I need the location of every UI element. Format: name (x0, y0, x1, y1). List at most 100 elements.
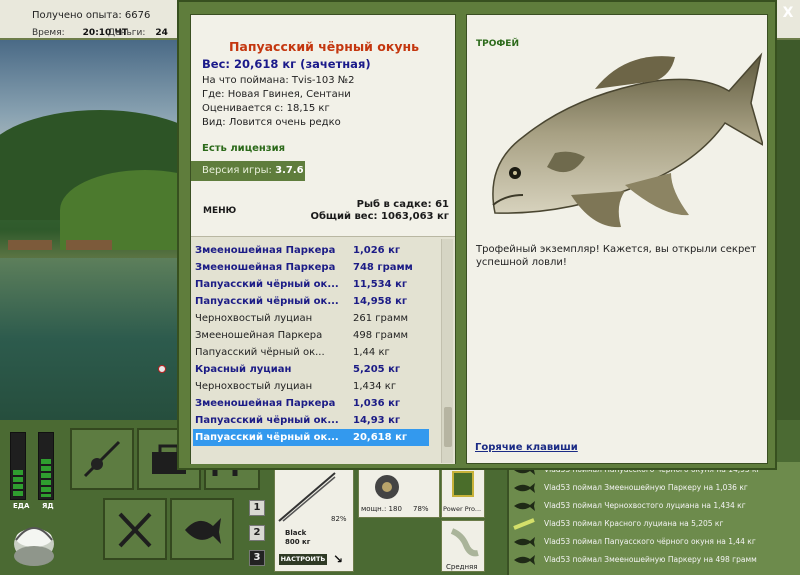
money-value: 24 (155, 28, 168, 38)
reel-icon (375, 475, 399, 499)
trophy-threshold: Оценивается с: 18,15 кг (202, 103, 330, 114)
fish-details-panel: Папуасский чёрный окунь Вес: 20,618 кг (… (190, 14, 456, 464)
keepnet-count: Рыб в садке: 61 (356, 199, 449, 210)
poison-gauge (38, 432, 54, 500)
catch-fish-name: Чернохвостый луциан (195, 313, 313, 324)
fish-icon (514, 501, 535, 511)
catch-row[interactable]: Чернохвостый луциан 1,434 кг (193, 378, 429, 395)
rod-weight: 800 кг (285, 538, 311, 546)
bait-bucket-icon[interactable] (8, 518, 60, 568)
catch-fish-name: Папуасский чёрный ок... (195, 279, 339, 290)
soft-bait-icon (450, 528, 479, 557)
food-gauge-fill (13, 470, 23, 497)
fish-title: Папуасский чёрный окунь (228, 39, 420, 54)
game-version: Версия игры: 3.7.6 (191, 161, 305, 181)
catch-fish-name: Папуасский чёрный ок... (195, 415, 339, 426)
catch-row[interactable]: Папуасский чёрный ок... 20,618 кг (193, 429, 429, 446)
rod-reel-icon (83, 440, 121, 478)
close-button[interactable]: X (780, 5, 796, 21)
catch-weight: 14,93 кг (353, 415, 401, 426)
chat-row: Vlad53 поймал Змееношейную Паркеру на 49… (512, 552, 800, 569)
catch-row[interactable]: Чернохвостый луциан 261 грамм (193, 310, 429, 327)
rod-panel[interactable]: 82% Black 800 кг НАСТРОИТЬ ↘ (274, 466, 354, 572)
caught-where: Где: Новая Гвинея, Сентани (202, 89, 351, 100)
resize-arrow-icon[interactable]: ↘ (333, 552, 343, 566)
fish-icon (514, 483, 535, 493)
catch-fish-name: Папуасский чёрный ок... (195, 432, 339, 443)
line-panel[interactable]: Power Pro... (441, 466, 485, 518)
fish-icon (514, 537, 535, 547)
catch-row[interactable]: Папуасский чёрный ок... 14,958 кг (193, 293, 429, 310)
keepnet-weight: Общий вес: 1063,063 кг (310, 211, 449, 222)
license-status: Есть лицензия (202, 143, 286, 154)
catch-weight: 20,618 кг (353, 432, 408, 443)
slot-number-2[interactable]: 2 (249, 525, 265, 541)
catch-weight: 1,026 кг (353, 245, 401, 256)
catch-weight: 1,44 кг (353, 347, 390, 358)
fishing-float (158, 365, 166, 373)
lake-scene[interactable] (0, 40, 190, 420)
catch-row[interactable]: Змееношейная Паркера 1,036 кг (193, 395, 429, 412)
rarity: Вид: Ловится очень редко (202, 117, 341, 128)
catch-list-scrollbar[interactable] (441, 239, 453, 463)
food-gauge (10, 432, 26, 500)
food-slot[interactable] (103, 498, 167, 560)
fishing-line-icon (452, 471, 474, 497)
catch-weight: 1,036 кг (353, 398, 401, 409)
catch-weight: 11,534 кг (353, 279, 408, 290)
fish-icon (185, 518, 221, 544)
catch-row[interactable]: Папуасский чёрный ок... 1,44 кг (193, 344, 429, 361)
chat-row: Vlad53 поймал Змееношейную Паркеру на 1,… (512, 480, 800, 497)
experience-text: Получено опыта: 6676 (32, 10, 151, 21)
catch-list[interactable]: Змееношейная Паркера 1,026 кг Змееношейная… (191, 236, 455, 464)
catch-chat-log[interactable]: Vlad53 поймал Папуасского чёрного окуня … (507, 462, 800, 575)
caught-with: На что поймана: Tvis-103 №2 (202, 75, 355, 86)
catch-weight: 261 грамм (353, 313, 409, 324)
stilt-house (66, 240, 112, 250)
catch-fish-name: Красный луциан (195, 364, 292, 375)
catch-row[interactable]: Змееношейная Паркера 748 грамм (193, 259, 429, 276)
fish-weight: Вес: 20,618 кг (зачетная) (202, 57, 371, 71)
time-label: Время: (32, 28, 65, 38)
keepnet-summary: Рыб в садке: 61 Общий вес: 1063,063 кг (310, 199, 449, 223)
version-value: 3.7.6 (275, 165, 304, 176)
catch-row[interactable]: Змееношейная Паркера 498 грамм (193, 327, 429, 344)
stilt-house (8, 240, 52, 250)
lure-icon (513, 518, 535, 530)
slot-number-1[interactable]: 1 (249, 500, 265, 516)
poison-gauge-fill (41, 458, 51, 497)
food-label: ЕДА (13, 502, 30, 510)
catch-row[interactable]: Красный луциан 5,205 кг (193, 361, 429, 378)
scrollbar-thumb[interactable] (444, 407, 452, 447)
catch-fish-name: Змееношейная Паркера (195, 330, 323, 341)
menu-button[interactable]: МЕНЮ (203, 206, 236, 216)
hotkeys-link[interactable]: Горячие клавиши (475, 442, 578, 453)
catch-weight: 1,434 кг (353, 381, 397, 392)
catch-fish-name: Змееношейная Паркера (195, 262, 336, 273)
rod-name: Black (285, 529, 307, 537)
version-label: Версия игры: (202, 165, 272, 176)
catch-weight: 14,958 кг (353, 296, 408, 307)
catch-fish-name: Змееношейная Паркера (195, 398, 336, 409)
catch-row[interactable]: Змееношейная Паркера 1,026 кг (193, 242, 429, 259)
bait-name: Средняя (446, 563, 478, 571)
catch-weight: 748 грамм (353, 262, 413, 273)
fish-slot[interactable] (170, 498, 234, 560)
catch-fish-name: Папуасский чёрный ок... (195, 347, 325, 358)
trophy-description: Трофейный экземпляр! Кажется, вы открыли… (476, 244, 757, 268)
setup-button[interactable]: НАСТРОИТЬ (279, 554, 327, 565)
money-readout: Деньги: 24 (108, 28, 168, 38)
rod-icon (278, 472, 336, 522)
catch-weight: 498 грамм (353, 330, 409, 341)
slot-number-3[interactable]: 3 (249, 550, 265, 566)
rod-percent: 82% (331, 515, 347, 523)
lake-water (0, 258, 190, 420)
trophy-panel: ТРОФЕЙ Трофейный экземпляр! Кажется, вы … (466, 14, 768, 464)
reel-panel[interactable]: мощн.: 180 78% (358, 466, 440, 518)
poison-label: ЯД (42, 502, 54, 510)
catch-row[interactable]: Папуасский чёрный ок... 11,534 кг (193, 276, 429, 293)
rods-slot[interactable] (70, 428, 134, 490)
catch-row[interactable]: Папуасский чёрный ок... 14,93 кг (193, 412, 429, 429)
reel-power: мощн.: 180 (361, 505, 402, 513)
bait-panel[interactable]: Средняя (441, 520, 485, 572)
